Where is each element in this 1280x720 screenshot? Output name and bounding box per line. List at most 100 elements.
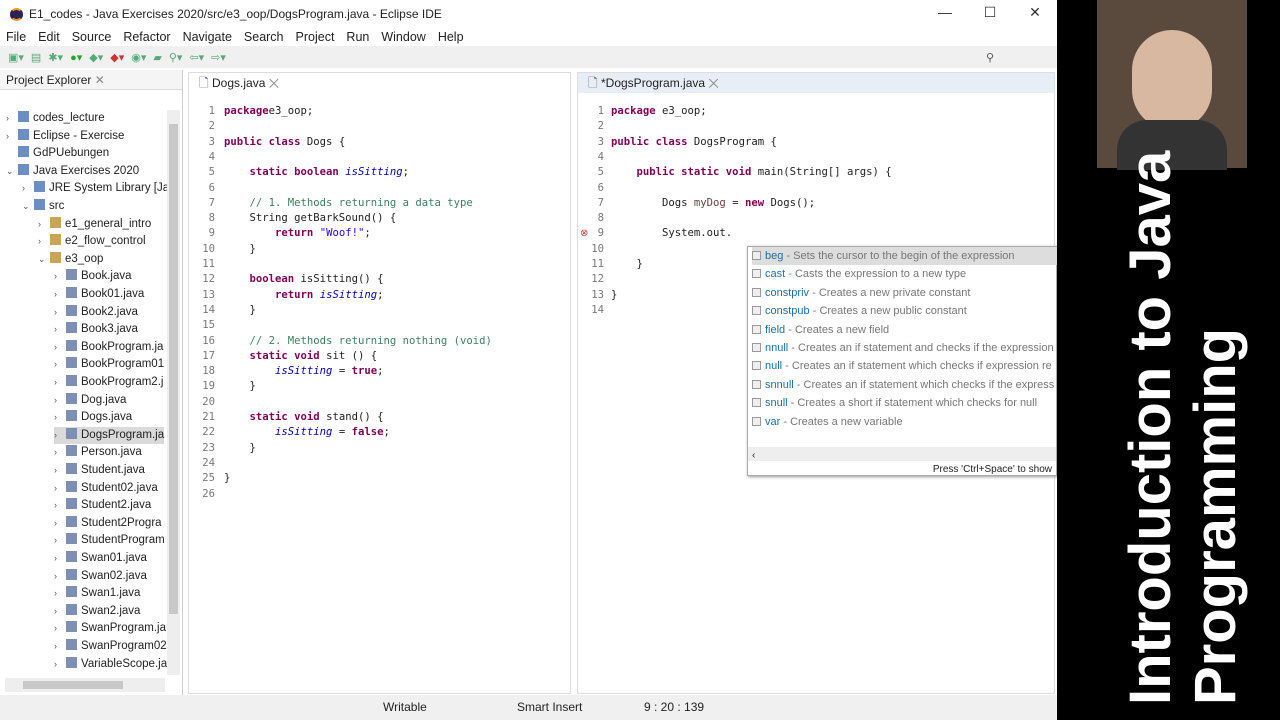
completion-item[interactable]: beg - Sets the cursor to the begin of th… (752, 247, 1057, 265)
menu-refactor[interactable]: Refactor (117, 28, 176, 46)
external-tools-icon[interactable]: ◆▾ (110, 51, 124, 64)
tree-item[interactable]: › Book01.java (54, 286, 144, 303)
close-icon[interactable]: ✕ (269, 76, 279, 90)
project-explorer-tab[interactable]: Project Explorer ✕ (0, 70, 182, 90)
tree-item[interactable]: › Person.java (54, 444, 142, 461)
close-button[interactable]: ✕ (1020, 4, 1050, 21)
expand-toggle-icon[interactable]: › (54, 585, 66, 602)
expand-toggle-icon[interactable]: › (54, 568, 66, 585)
expand-toggle-icon[interactable]: › (54, 409, 66, 426)
expand-toggle-icon[interactable]: › (54, 374, 66, 391)
editor-dogs-java[interactable]: 🗋 Dogs.java ✕ 1 packagee3_oop; 2 3 public cl… (188, 72, 571, 694)
new-class-icon[interactable]: ◉▾ (131, 51, 146, 64)
expand-toggle-icon[interactable]: › (54, 532, 66, 549)
expand-toggle-icon[interactable]: › (54, 444, 66, 461)
completion-item[interactable]: nnull - Creates an if statement and chec… (752, 339, 1057, 357)
tree-item[interactable]: › Student02.java (54, 480, 158, 497)
menu-search[interactable]: Search (238, 28, 290, 46)
completion-item[interactable]: constpub - Creates a new public constant (752, 302, 1057, 320)
expand-toggle-icon[interactable]: ⌄ (22, 198, 34, 215)
tree-item[interactable]: ⌄ e3_oop (38, 251, 103, 268)
tree-item[interactable]: › DogsProgram.ja (54, 426, 165, 444)
tree-item[interactable]: › SwanProgram.ja (54, 620, 166, 637)
tree-item[interactable]: › Dog.java (54, 392, 126, 409)
completion-item[interactable]: null - Creates an if statement which che… (752, 357, 1057, 375)
toolbar-search-icon[interactable]: ⚲ (986, 51, 994, 64)
tree-item[interactable]: › Swan1.java (54, 585, 140, 602)
expand-toggle-icon[interactable]: › (6, 110, 18, 127)
expand-toggle-icon[interactable]: › (54, 497, 66, 514)
close-icon[interactable]: ✕ (708, 76, 718, 90)
completion-item[interactable]: snnull - Creates an if statement which c… (752, 376, 1057, 394)
tree-item[interactable]: › codes_lecture (6, 110, 105, 127)
expand-toggle-icon[interactable]: › (54, 304, 66, 321)
tree-item[interactable]: › Swan01.java (54, 550, 147, 567)
expand-toggle-icon[interactable]: › (54, 268, 66, 285)
menu-project[interactable]: Project (290, 28, 341, 46)
search-icon[interactable]: ⚲▾ (169, 51, 183, 64)
tree-item[interactable]: › JRE System Library [Ja (22, 180, 169, 197)
expand-toggle-icon[interactable]: › (54, 603, 66, 620)
expand-toggle-icon[interactable]: › (54, 550, 66, 567)
expand-toggle-icon[interactable]: › (54, 356, 66, 373)
tree-item[interactable]: › Dogs.java (54, 409, 132, 426)
tree-item[interactable]: › e2_flow_control (38, 233, 146, 250)
expand-toggle-icon[interactable]: › (54, 339, 66, 356)
menu-help[interactable]: Help (432, 28, 470, 46)
back-icon[interactable]: ⇦▾ (189, 51, 204, 64)
completion-item[interactable]: field - Creates a new field (752, 321, 1057, 339)
menu-edit[interactable]: Edit (32, 28, 66, 46)
expand-toggle-icon[interactable]: › (54, 462, 66, 479)
coverage-icon[interactable]: ◆▾ (89, 51, 103, 64)
tree-item[interactable]: › StudentProgram (54, 532, 165, 549)
tree-item[interactable]: › Book2.java (54, 304, 138, 321)
popup-horizontal-scrollbar[interactable]: ‹ (748, 447, 1056, 461)
expand-toggle-icon[interactable]: › (6, 128, 18, 145)
expand-toggle-icon[interactable]: › (54, 638, 66, 655)
menu-source[interactable]: Source (66, 28, 118, 46)
expand-toggle-icon[interactable]: › (38, 233, 50, 250)
expand-toggle-icon[interactable]: › (54, 620, 66, 637)
expand-toggle-icon[interactable]: ⌄ (38, 251, 50, 268)
expand-toggle-icon[interactable]: › (54, 321, 66, 338)
expand-toggle-icon[interactable]: › (54, 656, 66, 673)
tree-item[interactable]: › BookProgram2.j (54, 374, 163, 391)
menu-file[interactable]: File (0, 28, 32, 46)
tree-item[interactable]: ⌄ src (22, 198, 64, 215)
expand-toggle-icon[interactable]: › (54, 286, 66, 303)
expand-toggle-icon[interactable]: › (38, 216, 50, 233)
tree-item[interactable]: › Student.java (54, 462, 145, 479)
maximize-button[interactable]: ☐ (975, 4, 1005, 21)
menu-run[interactable]: Run (340, 28, 375, 46)
run-icon[interactable]: ●▾ (70, 51, 82, 64)
tree-item[interactable]: › BookProgram01 (54, 356, 164, 373)
tree-item[interactable]: › VariableScope.ja (54, 656, 167, 673)
tree-item[interactable]: › Book3.java (54, 321, 138, 338)
tree-item[interactable]: › SwanProgram02 (54, 638, 167, 655)
tree-item[interactable]: GdPUebungen (6, 145, 109, 162)
forward-icon[interactable]: ⇨▾ (211, 51, 226, 64)
open-type-icon[interactable]: ▰ (153, 51, 161, 64)
minimize-button[interactable]: — (930, 4, 960, 20)
completion-item[interactable]: constpriv - Creates a new private consta… (752, 284, 1057, 302)
expand-toggle-icon[interactable]: › (54, 480, 66, 497)
expand-toggle-icon[interactable]: › (54, 392, 66, 409)
completion-item[interactable]: var - Creates a new variable (752, 413, 1057, 431)
menu-window[interactable]: Window (375, 28, 431, 46)
expand-toggle-icon[interactable]: › (54, 427, 66, 444)
close-icon[interactable]: ✕ (95, 73, 105, 87)
save-icon[interactable]: ▤ (31, 51, 41, 64)
new-icon[interactable]: ▣▾ (8, 51, 24, 64)
tree-item[interactable]: › Book.java (54, 268, 132, 285)
completion-item[interactable]: cast - Casts the expression to a new typ… (752, 265, 1057, 283)
completion-item[interactable]: snull - Creates a short if statement whi… (752, 394, 1057, 412)
tree-item[interactable]: › Swan2.java (54, 603, 140, 620)
tree-item[interactable]: › BookProgram.ja (54, 339, 163, 356)
tree-item[interactable]: › Swan02.java (54, 568, 147, 585)
vertical-scrollbar[interactable] (167, 110, 180, 675)
tree-item[interactable]: › Student2Progra (54, 515, 162, 532)
menu-navigate[interactable]: Navigate (177, 28, 238, 46)
tab-dogs-java[interactable]: 🗋 Dogs.java ✕ (189, 73, 570, 93)
tab-dogsprogram-java[interactable]: 🗋 *DogsProgram.java ✕ (578, 73, 1054, 93)
tree-item[interactable]: ⌄ Java Exercises 2020 (6, 163, 139, 180)
